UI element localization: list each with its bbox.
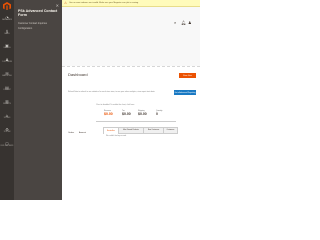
tab-new-customers[interactable]: New Customers — [143, 127, 163, 134]
stat-revenue: Revenue $0.00 — [104, 110, 113, 117]
flyout-link-inquiries[interactable]: Customer Contact Inquiries — [18, 22, 47, 25]
header-divider — [62, 66, 200, 67]
flyout-link-configuration[interactable]: Configuration — [18, 27, 32, 30]
tab-customers[interactable]: Customers — [163, 127, 178, 134]
rail-item-catalog[interactable]: ▣ CATALOG — [2, 43, 12, 54]
stat-quantity: Quantity 0 — [156, 110, 163, 117]
admin-rail: ◔ DASHBOARD $ SALES ▣ CATALOG ♟ CUSTOMER… — [0, 0, 14, 200]
advanced-reporting-button[interactable]: Go to Advanced Reporting — [174, 90, 196, 95]
rail-item-marketing[interactable]: ✉ MARKETING — [2, 71, 12, 82]
stats-divider — [96, 121, 176, 122]
rail-item-reports[interactable]: ▥ REPORTS — [2, 99, 12, 110]
rail-item-customers[interactable]: ♟ CUSTOMERS — [2, 57, 12, 68]
submenu-flyout: ✕ PSk Advanced Contact Form Customer Con… — [14, 0, 62, 200]
empty-message: We couldn't find any records. — [106, 136, 127, 137]
rail-item-find-partners[interactable]: ⬡ FIND PARTNERS — [1, 141, 14, 152]
flyout-title: PSk Advanced Contact Form — [18, 9, 58, 18]
notice-text[interactable]: One or more indexers are invalid. Make s… — [69, 2, 139, 4]
rail-item-content[interactable]: ▤ CONTENT — [2, 85, 12, 96]
notifications-icon[interactable]: 🔔︎ — [181, 20, 186, 25]
magento-logo-icon[interactable] — [3, 2, 11, 10]
tab-panel: We couldn't find any records. — [103, 134, 183, 140]
rail-item-dashboard[interactable]: ◔ DASHBOARD — [2, 15, 12, 26]
page-title: Dashboard — [68, 72, 88, 77]
system-notice: ⚠ One or more indexers are invalid. Make… — [62, 0, 200, 7]
rail-item-sales[interactable]: $ SALES — [2, 29, 12, 40]
chart-note: Chart is disabled. To enable the chart, … — [96, 104, 135, 106]
store-view-button[interactable]: Store View — [179, 73, 196, 78]
rail-item-system[interactable]: ⚙ SYSTEM — [2, 127, 12, 138]
stat-tax: Tax $0.00 — [122, 110, 131, 117]
dashboard-tabs: Bestsellers Most Viewed Products New Cus… — [103, 127, 178, 134]
rail-item-stores[interactable]: ⌂ STORES — [2, 113, 12, 124]
amount-label: Amount — [79, 132, 86, 134]
tab-most-viewed[interactable]: Most Viewed Products — [118, 127, 143, 134]
warning-icon: ⚠ — [64, 1, 68, 6]
search-icon[interactable]: ⌕ — [174, 20, 176, 25]
intro-text: Reload Data to refresh to see statistics… — [68, 91, 155, 93]
page-header: ⌕ 🔔︎ ♟ — [62, 7, 200, 66]
close-icon[interactable]: ✕ — [56, 3, 59, 8]
tab-bestsellers[interactable]: Bestsellers — [103, 127, 118, 134]
orders-label: Orders — [68, 132, 75, 134]
stat-shipping: Shipping $0.00 — [138, 110, 147, 117]
user-icon[interactable]: ♟ — [188, 20, 192, 25]
